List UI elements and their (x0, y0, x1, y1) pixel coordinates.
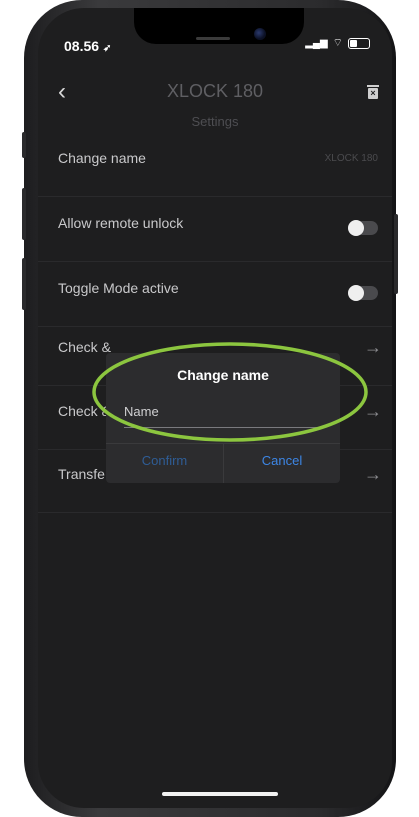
row-transfer-label: Transfe (58, 466, 105, 482)
cancel-button[interactable]: Cancel (224, 453, 340, 468)
toggle-knob (348, 220, 364, 236)
trash-lid (367, 85, 379, 87)
arrow-right-icon: → (364, 464, 382, 484)
status-icons: ▂▄▆ ⌔ (305, 36, 370, 50)
trash-bin: × (368, 88, 378, 99)
name-input[interactable] (124, 395, 324, 428)
row-toggle-mode-label: Toggle Mode active (58, 280, 179, 296)
side-button-action (22, 132, 26, 158)
dialog-title: Change name (177, 367, 269, 383)
app-screen: 08.56 ➶ ▂▄▆ ⌔ ‹ XLOCK 180 Settings × Cha… (38, 8, 392, 808)
status-time: 08.56 ➶ (64, 38, 111, 54)
side-button-power (394, 214, 398, 294)
row-change-name-value: XLOCK 180 (324, 153, 378, 164)
toggle-mode-toggle[interactable] (348, 285, 378, 301)
side-button-volume-down (22, 258, 26, 310)
row-change-name-label: Change name (58, 150, 146, 166)
row-allow-remote-unlock: Allow remote unlock (38, 197, 392, 262)
signal-icon: ▂▄▆ (305, 37, 328, 49)
wifi-icon: ⌔ (332, 37, 343, 49)
notch (134, 8, 304, 44)
page-title: XLOCK 180 (166, 81, 264, 101)
change-name-dialog: Change name Confirm Cancel (106, 353, 340, 483)
row-check-2-label: Check & (58, 403, 111, 419)
side-button-volume-up (22, 188, 26, 240)
row-change-name[interactable]: Change name XLOCK 180 (38, 132, 392, 197)
arrow-right-icon: → (364, 337, 382, 357)
row-allow-remote-unlock-label: Allow remote unlock (58, 215, 184, 231)
front-camera-icon (254, 28, 266, 40)
battery-icon (348, 37, 370, 49)
home-indicator[interactable] (162, 792, 278, 796)
arrow-right-icon: → (364, 401, 382, 421)
trash-icon[interactable]: × (367, 85, 379, 99)
status-time-text: 08.56 (64, 38, 100, 54)
toggle-knob (348, 285, 364, 301)
confirm-button[interactable]: Confirm (106, 453, 223, 468)
speaker-grille (196, 37, 230, 40)
row-toggle-mode: Toggle Mode active (38, 262, 392, 327)
location-arrow-icon: ➶ (102, 43, 112, 54)
page-subtitle: Settings (191, 114, 239, 129)
remote-unlock-toggle[interactable] (348, 220, 378, 236)
row-check-1-label: Check & (58, 339, 111, 355)
